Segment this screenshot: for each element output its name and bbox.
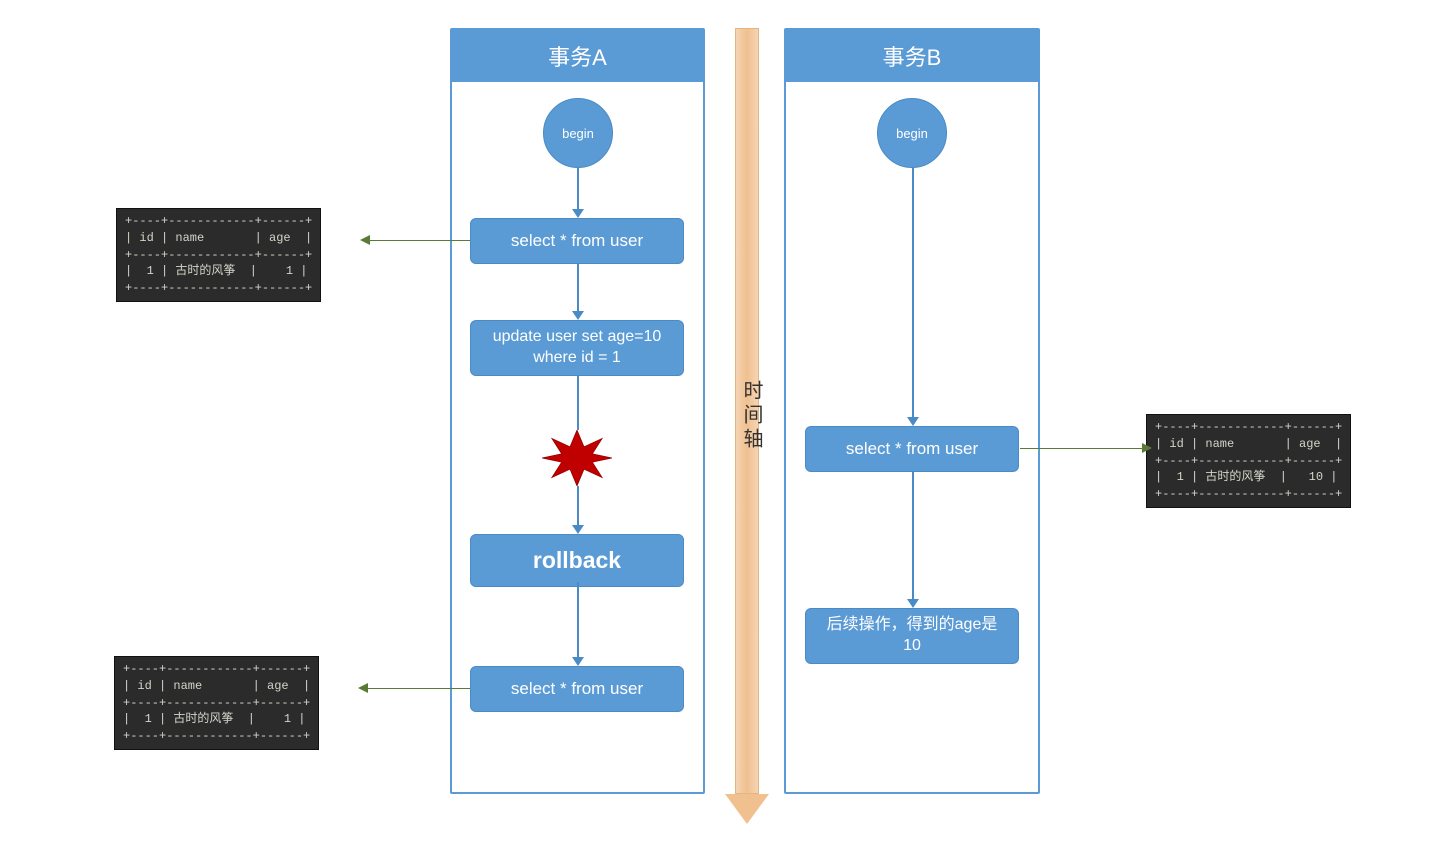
timeline-arrow-head-icon [725,794,769,824]
arrow-b-2 [912,472,914,600]
arrow-a-4 [577,582,579,658]
connector-a-1 [368,240,470,241]
step-b-select: select * from user [805,426,1019,472]
begin-b-label: begin [896,126,928,141]
result-a-1: +----+------------+------+ | id | name |… [116,208,321,302]
step-a-update: update user set age=10 where id = 1 [470,320,684,376]
transaction-b-title: 事务B [786,30,1038,82]
step-a-select-1: select * from user [470,218,684,264]
step-a-rollback: rollback [470,534,684,587]
connector-b-1 [1020,448,1144,449]
step-a-select-2: select * from user [470,666,684,712]
step-b-followup: 后续操作，得到的age是10 [805,608,1019,664]
result-b-1: +----+------------+------+ | id | name |… [1146,414,1351,508]
begin-b-node: begin [877,98,947,168]
arrow-a-3a [577,376,579,430]
begin-a-label: begin [562,126,594,141]
result-a-2: +----+------------+------+ | id | name |… [114,656,319,750]
timeline-label: 时间轴 [737,380,766,452]
error-explosion-icon [542,430,612,486]
arrow-a-3b [577,486,579,526]
arrow-a-2 [577,264,579,312]
connector-a-2 [366,688,470,689]
transaction-a-title: 事务A [452,30,703,82]
begin-a-node: begin [543,98,613,168]
arrow-a-1 [577,168,579,210]
arrow-b-1 [912,168,914,418]
